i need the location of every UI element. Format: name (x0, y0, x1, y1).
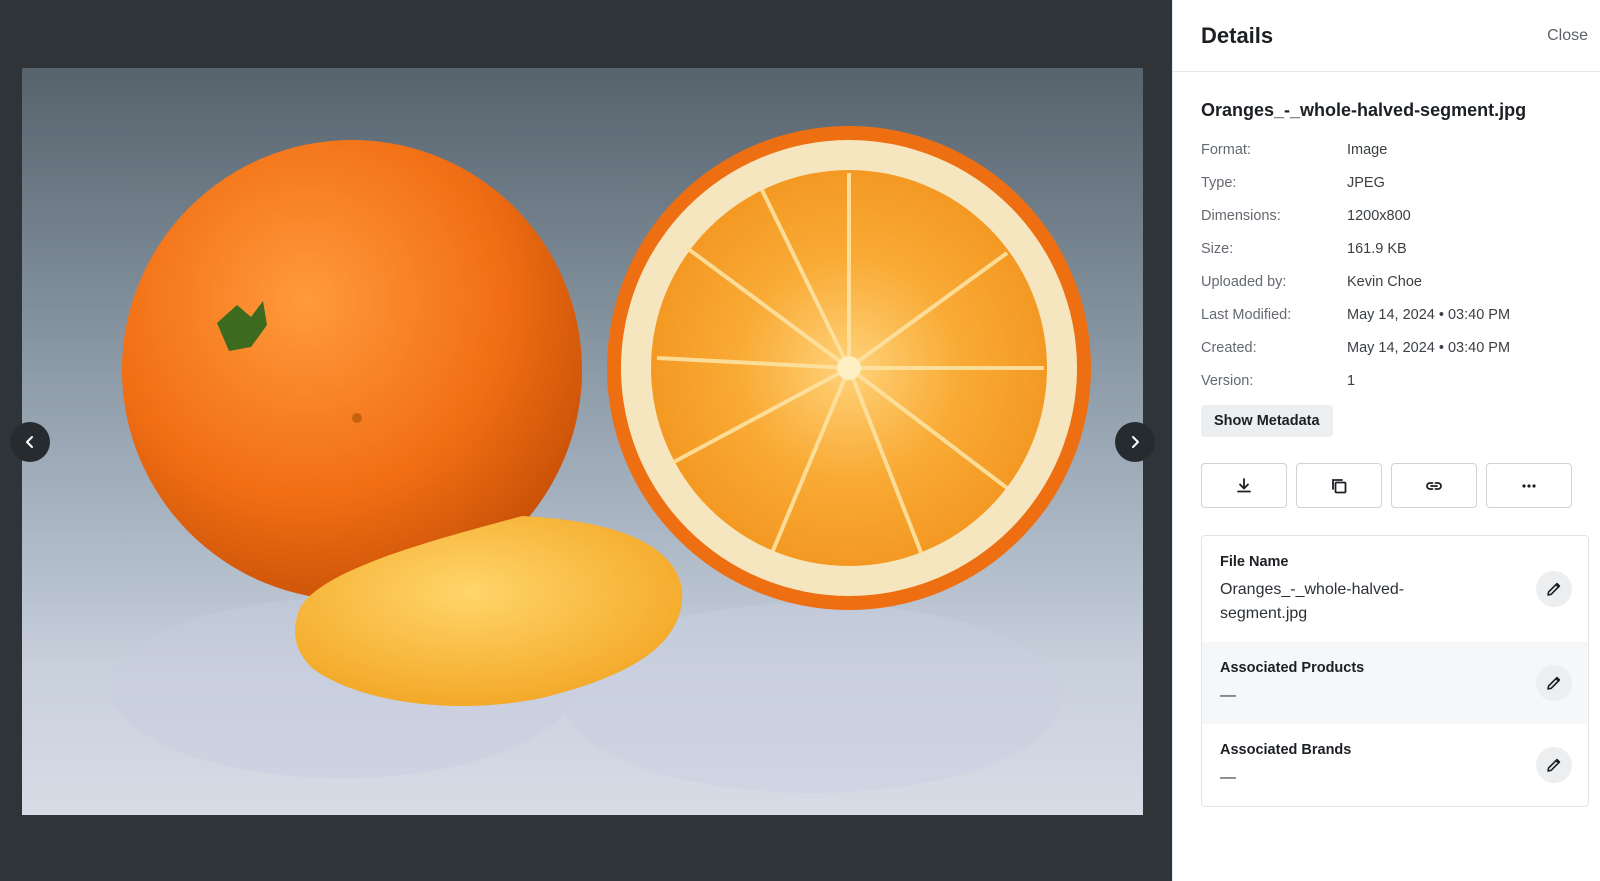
file-name-row: File Name Oranges_-_whole-halved-segment… (1202, 536, 1588, 642)
pencil-icon (1547, 582, 1561, 596)
metadata-value: 1200x800 (1347, 207, 1411, 224)
panel-title: Details (1201, 22, 1274, 48)
metadata-row-uploaded-by: Uploaded by: Kevin Choe (1201, 265, 1572, 298)
metadata-row-created: Created: May 14, 2024 • 03:40 PM (1201, 331, 1572, 364)
more-options-button[interactable] (1486, 463, 1572, 508)
copy-link-button[interactable] (1391, 463, 1477, 508)
show-metadata-button[interactable]: Show Metadata (1201, 405, 1333, 437)
metadata-label: Type: (1201, 174, 1237, 191)
associated-products-row: Associated Products — (1202, 642, 1588, 724)
metadata-value: JPEG (1347, 174, 1385, 191)
metadata-value: Kevin Choe (1347, 273, 1422, 290)
edit-associated-products-button[interactable] (1536, 665, 1572, 701)
more-icon (1522, 483, 1536, 488)
previous-image-button[interactable] (10, 422, 50, 462)
file-name-value: Oranges_-_whole-halved-segment.jpg (1220, 581, 1405, 622)
panel-header: Details Close (1173, 0, 1600, 72)
pencil-icon (1547, 758, 1561, 772)
metadata-value: 1 (1347, 372, 1356, 389)
associated-brands-row: Associated Brands — (1202, 724, 1588, 806)
oranges-photo (112, 126, 1091, 793)
next-image-button[interactable] (1115, 422, 1155, 462)
metadata-label: Last Modified: (1201, 306, 1292, 323)
close-button[interactable]: Close (1547, 27, 1588, 45)
copy-button[interactable] (1296, 463, 1382, 508)
metadata-label: Version: (1201, 372, 1254, 389)
metadata-row-format: Format: Image (1201, 133, 1572, 166)
file-name-label: File Name (1220, 554, 1289, 570)
metadata-row-type: Type: JPEG (1201, 166, 1572, 199)
associated-brands-value: — (1220, 769, 1236, 786)
chevron-left-icon (26, 436, 33, 448)
associated-products-value: — (1220, 687, 1236, 704)
link-icon (1426, 481, 1442, 490)
edit-file-name-button[interactable] (1536, 571, 1572, 607)
associated-brands-label: Associated Brands (1220, 742, 1352, 758)
metadata-row-size: Size: 161.9 KB (1201, 232, 1572, 265)
metadata-value: 161.9 KB (1347, 240, 1407, 257)
metadata-label: Size: (1201, 240, 1234, 257)
image-viewer (0, 0, 1172, 881)
chevron-right-icon (1132, 436, 1139, 448)
associated-products-label: Associated Products (1220, 660, 1365, 676)
metadata-list: Format: Image Type: JPEG Dimensions: 120… (1201, 133, 1572, 397)
download-button[interactable] (1201, 463, 1287, 508)
edit-associated-brands-button[interactable] (1536, 747, 1572, 783)
download-icon (1237, 477, 1251, 492)
metadata-label: Dimensions: (1201, 207, 1281, 224)
metadata-value: Image (1347, 141, 1388, 158)
metadata-value: May 14, 2024 • 03:40 PM (1347, 306, 1511, 323)
preview-image (22, 68, 1143, 815)
metadata-label: Uploaded by: (1201, 273, 1287, 290)
metadata-value: May 14, 2024 • 03:40 PM (1347, 339, 1511, 356)
metadata-row-version: Version: 1 (1201, 364, 1572, 397)
metadata-label: Format: (1201, 141, 1251, 158)
copy-icon (1332, 478, 1347, 493)
metadata-label: Created: (1201, 339, 1257, 356)
attributes-card: File Name Oranges_-_whole-halved-segment… (1201, 535, 1589, 807)
pencil-icon (1547, 676, 1561, 690)
metadata-row-dimensions: Dimensions: 1200x800 (1201, 199, 1572, 232)
details-panel: Details Close Oranges_-_whole-halved-seg… (1172, 0, 1600, 881)
metadata-row-last-modified: Last Modified: May 14, 2024 • 03:40 PM (1201, 298, 1572, 331)
file-title: Oranges_-_whole-halved-segment.jpg (1201, 100, 1527, 120)
action-toolbar (1201, 463, 1572, 508)
